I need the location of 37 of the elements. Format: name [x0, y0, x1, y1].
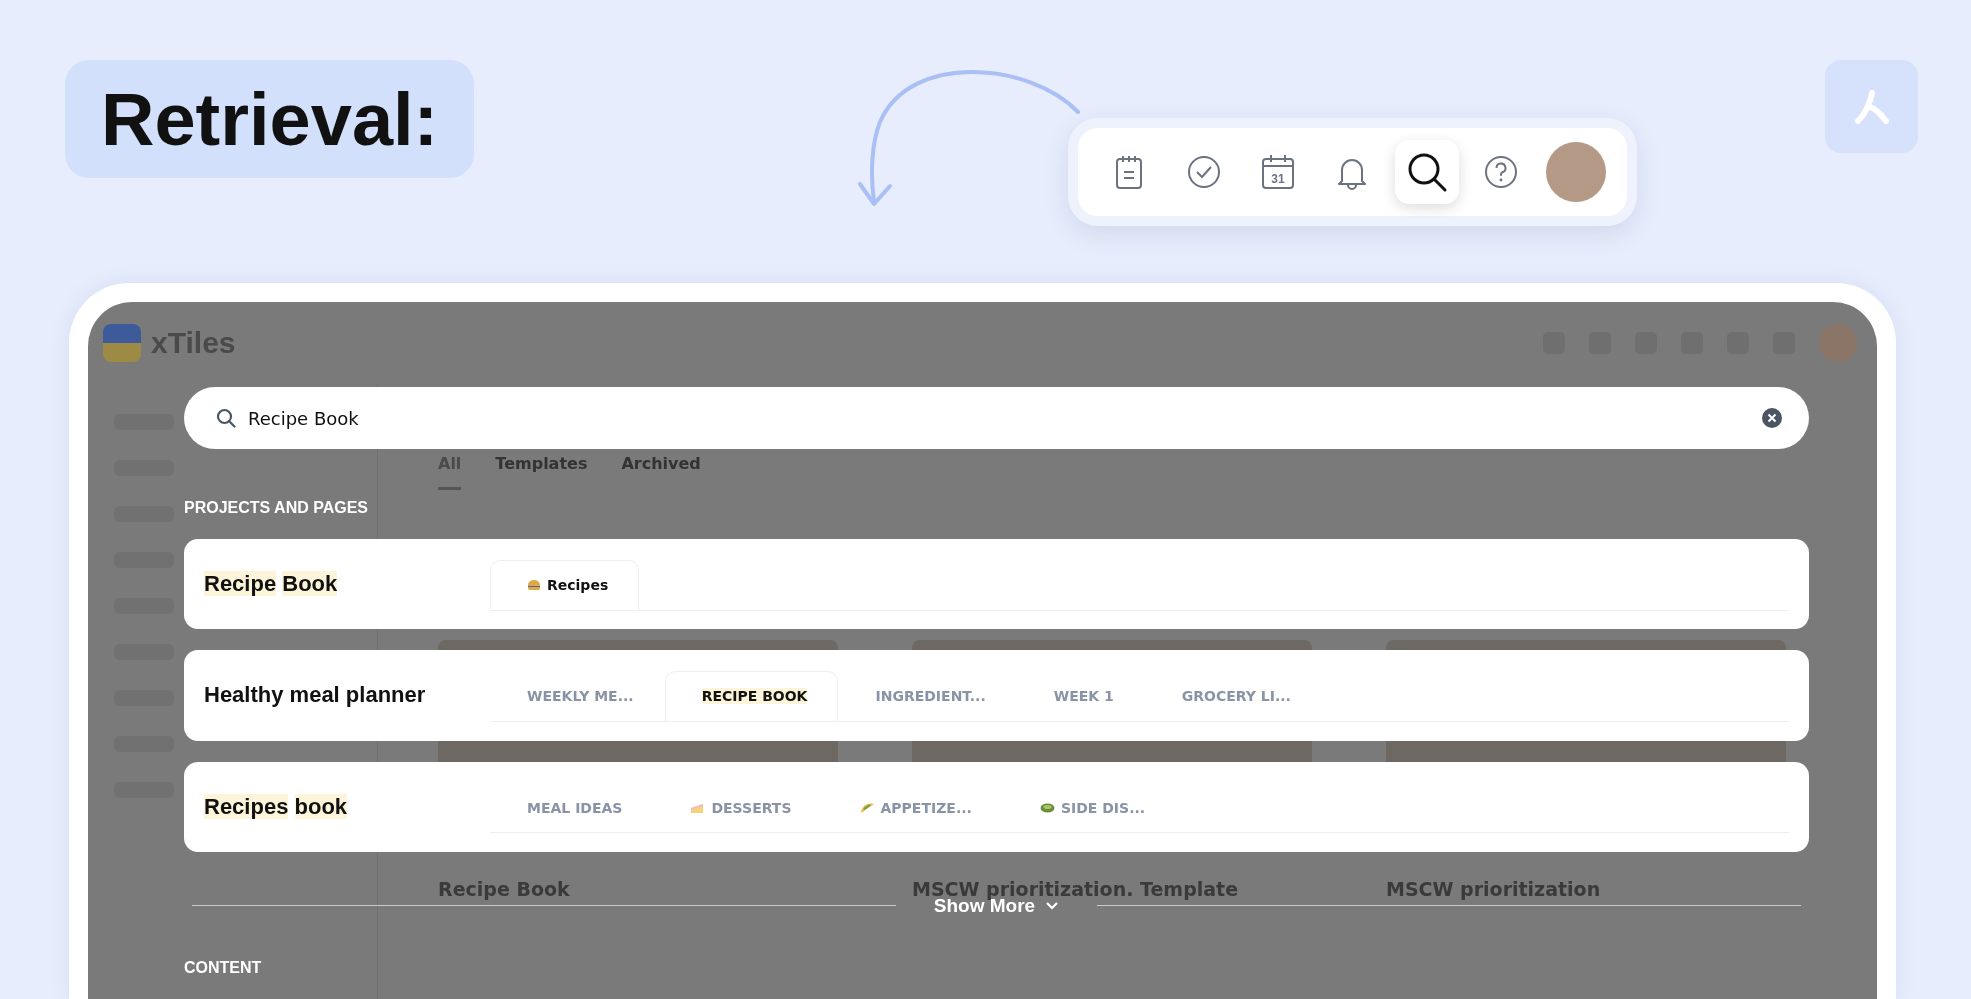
- page-tab[interactable]: WEEKLY ME...: [490, 671, 665, 721]
- page-tab[interactable]: WEEK 1: [1016, 671, 1145, 721]
- page-heading: Retrieval:: [101, 76, 439, 162]
- notepad-icon[interactable]: [1114, 154, 1145, 190]
- check-circle-icon[interactable]: [1186, 155, 1221, 189]
- result-title: Recipes book: [204, 793, 349, 820]
- taco-icon: [859, 801, 875, 814]
- card-title: MSCW prioritization: [1386, 878, 1602, 900]
- brand-logo-icon: [103, 324, 141, 362]
- page-tab[interactable]: Recipes: [490, 559, 640, 610]
- page-tab[interactable]: APPETIZE...: [822, 782, 1003, 833]
- view-tab[interactable]: Templates: [495, 454, 588, 490]
- page-tab[interactable]: SIDE DIS...: [1002, 782, 1177, 833]
- page-tab[interactable]: MEAL IDEAS: [490, 782, 654, 833]
- result-card[interactable]: Healthy meal planner WEEKLY ME... RECIPE BOOK INGREDIENT... WEEK 1 GROCERY LI...: [184, 650, 1809, 741]
- section-heading: PROJECTS AND PAGES: [184, 499, 370, 517]
- page-tab[interactable]: DESSERTS: [653, 782, 823, 833]
- cake-slice-icon: [690, 801, 706, 814]
- logo-icon: [1825, 60, 1918, 153]
- card-title: Recipe Book: [438, 878, 571, 900]
- card-title: MSCW prioritization. Template: [912, 878, 1240, 900]
- clear-icon[interactable]: [1761, 407, 1783, 429]
- result-title: Recipe Book: [204, 571, 339, 598]
- salad-bowl-icon: [1039, 801, 1055, 814]
- result-card[interactable]: Recipe Book Recipes: [184, 539, 1809, 630]
- page-tab[interactable]: RECIPE BOOK: [664, 671, 839, 721]
- search-field[interactable]: Recipe Book: [184, 387, 1809, 449]
- page-tab[interactable]: GROCERY LI...: [1144, 671, 1322, 721]
- search-icon: [216, 408, 236, 428]
- section-heading: CONTENT: [184, 959, 263, 977]
- help-icon[interactable]: [1484, 155, 1519, 189]
- page-tab[interactable]: INGREDIENT...: [838, 671, 1017, 721]
- chevron-down-icon: [1045, 901, 1060, 911]
- result-title: Healthy meal planner: [204, 682, 427, 709]
- view-tab[interactable]: Archived: [621, 454, 701, 490]
- bun-icon: [527, 579, 541, 592]
- result-card[interactable]: Recipes book MEAL IDEAS DESSERTS APPETIZE... SIDE DIS...: [184, 761, 1809, 852]
